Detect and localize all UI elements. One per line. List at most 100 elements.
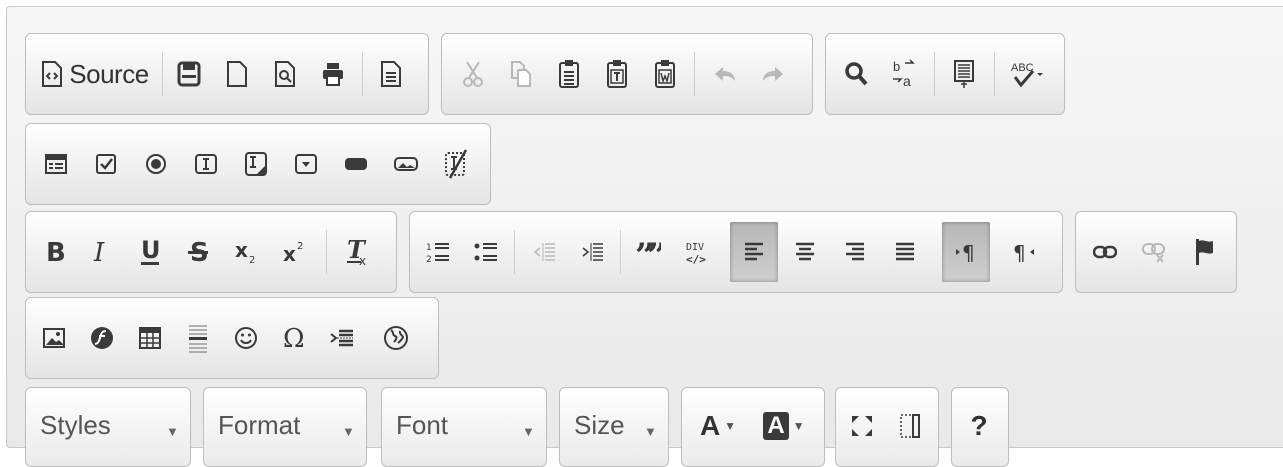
source-button[interactable]: Source bbox=[34, 44, 156, 104]
blockquote-button[interactable]: ”” bbox=[626, 222, 670, 282]
svg-text:B: B bbox=[46, 239, 64, 265]
new-page-button[interactable] bbox=[216, 44, 258, 104]
spellcheck-icon: ABC bbox=[1011, 62, 1043, 88]
radio-button[interactable] bbox=[134, 134, 178, 194]
replace-button[interactable]: ba bbox=[882, 44, 926, 104]
text-color-button[interactable]: A ▼ bbox=[690, 396, 746, 456]
svg-text:DIV: DIV bbox=[686, 242, 704, 253]
paste-word-button[interactable] bbox=[644, 44, 686, 104]
justify-button[interactable] bbox=[882, 222, 928, 282]
separator bbox=[934, 52, 935, 96]
maximize-button[interactable] bbox=[840, 396, 884, 456]
save-icon bbox=[177, 61, 201, 87]
styles-combo[interactable]: Styles ▼ bbox=[25, 387, 191, 467]
select-all-button[interactable] bbox=[942, 44, 986, 104]
hidden-field-icon bbox=[445, 149, 468, 179]
find-button[interactable] bbox=[834, 44, 878, 104]
bg-color-icon: A bbox=[763, 412, 789, 440]
paste-text-button[interactable] bbox=[596, 44, 638, 104]
form-button[interactable] bbox=[34, 134, 78, 194]
align-left-button[interactable] bbox=[730, 222, 778, 282]
page-break-button[interactable] bbox=[320, 308, 364, 368]
help-icon: ? bbox=[970, 410, 988, 441]
textarea-icon bbox=[245, 152, 267, 176]
font-combo[interactable]: Font ▼ bbox=[381, 387, 547, 467]
iframe-icon bbox=[384, 326, 408, 350]
create-div-icon: DIV</> bbox=[686, 242, 706, 266]
svg-text:b: b bbox=[893, 59, 900, 74]
format-combo[interactable]: Format ▼ bbox=[203, 387, 367, 467]
save-button[interactable] bbox=[168, 44, 210, 104]
help-button[interactable]: ? bbox=[956, 396, 1002, 456]
separator bbox=[694, 52, 695, 96]
strike-button[interactable]: S bbox=[176, 222, 220, 282]
textfield-button[interactable] bbox=[184, 134, 228, 194]
align-center-button[interactable] bbox=[782, 222, 828, 282]
insert-group: Ω bbox=[25, 297, 439, 379]
anchor-button[interactable] bbox=[1182, 222, 1228, 282]
image-button-icon bbox=[394, 157, 418, 171]
bg-color-button[interactable]: A ▼ bbox=[754, 396, 814, 456]
paste-button[interactable] bbox=[548, 44, 590, 104]
link-button[interactable] bbox=[1082, 222, 1128, 282]
svg-text:”: ” bbox=[647, 241, 661, 263]
cut-icon bbox=[463, 61, 483, 87]
justify-icon bbox=[896, 242, 914, 261]
remove-format-button[interactable]: Tx bbox=[334, 222, 382, 282]
bold-button[interactable]: B bbox=[32, 222, 76, 282]
hidden-field-button[interactable] bbox=[434, 134, 478, 194]
table-button[interactable] bbox=[128, 308, 172, 368]
anchor-icon bbox=[1196, 239, 1213, 265]
underline-button[interactable]: U bbox=[128, 222, 172, 282]
cut-button[interactable] bbox=[452, 44, 494, 104]
numbered-list-button[interactable]: 12 bbox=[416, 222, 460, 282]
redo-button[interactable] bbox=[752, 44, 794, 104]
bulleted-list-button[interactable] bbox=[464, 222, 508, 282]
superscript-button[interactable]: x2 bbox=[272, 222, 316, 282]
size-combo[interactable]: Size ▼ bbox=[559, 387, 669, 467]
chevron-down-icon: ▼ bbox=[792, 419, 805, 433]
image-button[interactable] bbox=[32, 308, 76, 368]
new-page-icon bbox=[227, 61, 247, 87]
align-center-icon bbox=[796, 242, 814, 261]
find-icon bbox=[845, 62, 868, 86]
forms-group bbox=[25, 123, 491, 205]
iframe-button[interactable] bbox=[368, 308, 424, 368]
outdent-button[interactable] bbox=[522, 222, 566, 282]
unlink-button[interactable] bbox=[1132, 222, 1178, 282]
copy-button[interactable] bbox=[500, 44, 542, 104]
undo-button[interactable] bbox=[704, 44, 746, 104]
horizontal-rule-icon bbox=[189, 325, 207, 353]
colors-group: A ▼ A ▼ bbox=[681, 387, 825, 467]
radio-icon bbox=[146, 154, 166, 174]
flash-button[interactable] bbox=[80, 308, 124, 368]
align-right-button[interactable] bbox=[832, 222, 878, 282]
chevron-down-icon: ▼ bbox=[342, 424, 355, 439]
document-group: Source bbox=[25, 33, 429, 115]
rtl-button[interactable]: ¶ bbox=[1000, 222, 1048, 282]
ltr-icon: ¶ bbox=[956, 241, 975, 264]
paste-icon bbox=[559, 60, 579, 88]
select-button[interactable] bbox=[284, 134, 328, 194]
templates-button[interactable] bbox=[370, 44, 412, 104]
italic-button[interactable]: I bbox=[80, 222, 124, 282]
indent-button[interactable] bbox=[570, 222, 614, 282]
checkbox-button[interactable] bbox=[84, 134, 128, 194]
button-button[interactable] bbox=[334, 134, 378, 194]
preview-button[interactable] bbox=[264, 44, 306, 104]
editor-toolbar-area: Source b a ABC B I U S x 2 x 2 T x 1 2 ”… bbox=[6, 6, 1283, 467]
bulleted-list-icon bbox=[474, 243, 497, 261]
show-blocks-button[interactable] bbox=[888, 396, 932, 456]
spellcheck-button[interactable]: ABC bbox=[1002, 44, 1052, 104]
create-div-button[interactable]: DIV </> bbox=[674, 222, 718, 282]
svg-text:2: 2 bbox=[249, 255, 255, 265]
subscript-button[interactable]: x2 bbox=[224, 222, 268, 282]
print-button[interactable] bbox=[312, 44, 354, 104]
ltr-button[interactable]: ¶ bbox=[942, 222, 990, 282]
horizontal-rule-button[interactable] bbox=[176, 308, 220, 368]
image-button-button[interactable] bbox=[384, 134, 428, 194]
smiley-button[interactable] bbox=[224, 308, 268, 368]
special-char-button[interactable]: Ω bbox=[272, 308, 316, 368]
textarea-button[interactable] bbox=[234, 134, 278, 194]
flash-icon bbox=[91, 327, 113, 349]
